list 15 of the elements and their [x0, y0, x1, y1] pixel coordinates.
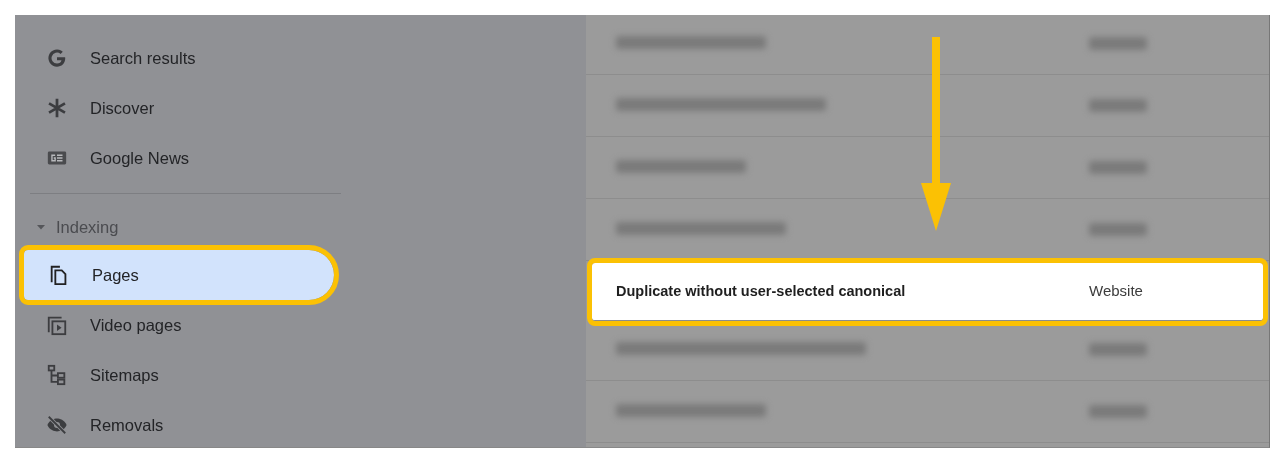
- sidebar-item[interactable]: Search results: [15, 33, 341, 83]
- source-text: Website: [1089, 281, 1143, 302]
- sidebar-item[interactable]: Sitemaps: [15, 350, 341, 400]
- sidebar-item[interactable]: Video pages: [15, 300, 341, 350]
- sitemap-icon: [46, 364, 68, 386]
- section-header[interactable]: Indexing: [15, 204, 586, 250]
- reason-text: Duplicate without user-selected canonical: [616, 281, 907, 301]
- hidden-eye-icon: [46, 414, 68, 436]
- asterisk-icon: [46, 97, 68, 119]
- sidebar-item[interactable]: Google News: [15, 133, 341, 183]
- video-pages-icon: [46, 314, 68, 336]
- sidebar-item[interactable]: Discover: [15, 83, 341, 133]
- sidebar-item[interactable]: Removals: [15, 400, 341, 447]
- g-logo-icon: [46, 47, 68, 69]
- caret-icon: [36, 222, 46, 232]
